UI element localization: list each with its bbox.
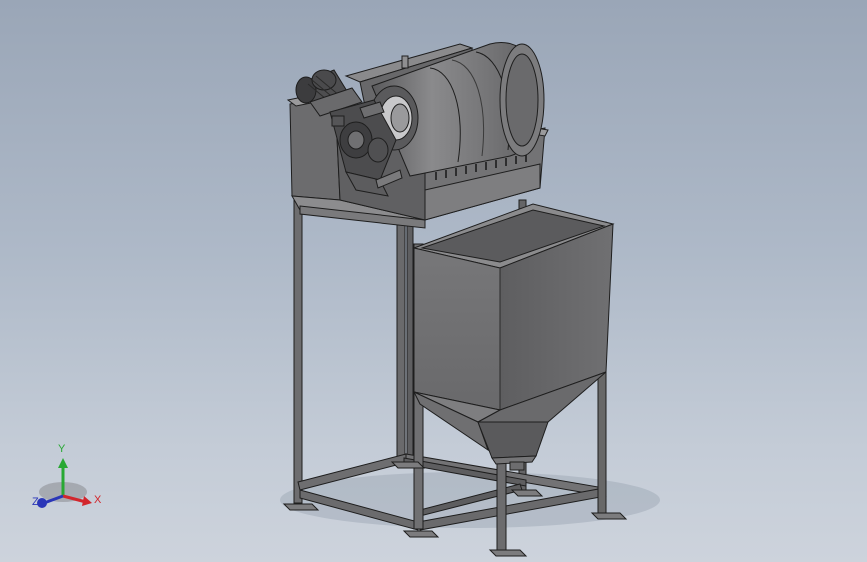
triad-axes-icon (37, 458, 92, 508)
machine-model[interactable] (0, 0, 867, 562)
cad-viewport[interactable]: Y X Z (0, 0, 867, 562)
y-axis-label: Y (58, 443, 66, 455)
collection-hopper-icon[interactable] (412, 203, 615, 411)
view-orientation-triad[interactable]: Y X Z (22, 440, 112, 520)
z-axis-label: Z (32, 496, 39, 508)
x-axis-label: X (94, 494, 102, 506)
